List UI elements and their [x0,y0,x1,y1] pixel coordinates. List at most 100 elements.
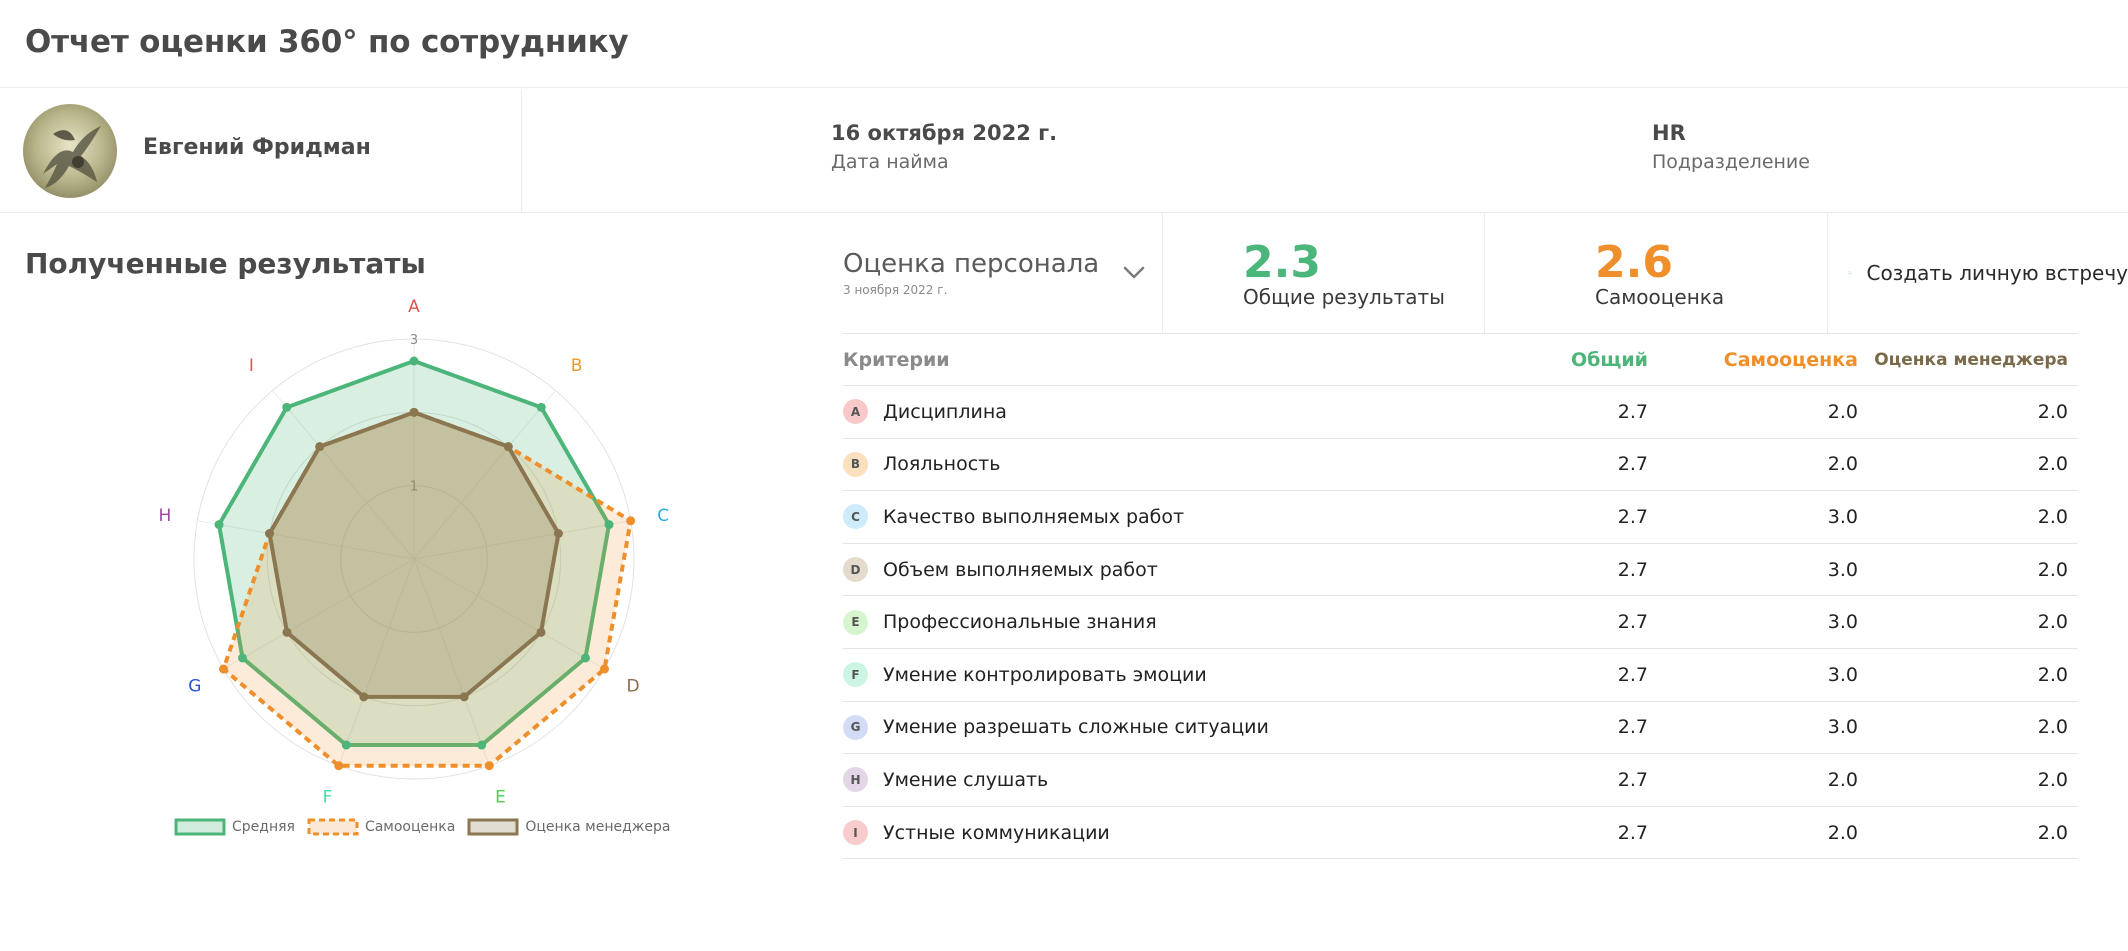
department-label: Подразделение [1652,151,1810,173]
manager-score: 2.0 [2037,716,2068,739]
radar-axis-label: D [627,677,640,697]
criteria-letter-badge: B [843,451,868,477]
radar-axis-label: H [158,506,171,526]
radar-point [536,627,546,637]
self-assessment-label: Самооценка [1595,285,1725,309]
manager-score: 2.0 [2037,821,2068,844]
self-assessment-stat: 2.6 Самооценка [1485,213,1828,333]
radar-point [218,664,228,674]
hire-date-block: 16 октября 2022 г. Дата найма [831,121,1057,173]
criteria-name: Качество выполняемых работ [883,505,1185,528]
radar-point [359,692,369,702]
employee-name: Евгений Фридман [143,135,371,160]
radar-axis-label: C [657,506,669,526]
self-score: 2.0 [1827,821,1858,844]
create-meeting-button[interactable]: Создать личную встречу [1828,213,2128,333]
self-score: 3.0 [1827,611,1858,634]
radar-point [553,529,563,539]
radar-point [600,664,610,674]
results-title: Полученные результаты [25,247,426,280]
legend-item-manager[interactable]: Оценка менеджера [467,818,670,836]
radar-point [536,402,546,412]
radar-point [459,692,469,702]
manager-score: 2.0 [2037,611,2068,634]
radar-point [282,627,292,637]
table-row[interactable]: C Качество выполняемых работ 2.7 3.0 2.0 [843,491,2078,544]
criteria-cell: C Качество выполняемых работ [843,504,1463,530]
criteria-letter-badge: E [843,609,868,635]
self-assessment-value: 2.6 [1595,237,1673,288]
radar-chart: 13ABCDEFGHI [150,295,690,819]
radar-point [341,740,351,750]
evaluation-select[interactable]: Оценка персонала 3 ноября 2022 г. [843,213,1163,333]
radar-point [214,520,224,530]
table-row[interactable]: F Умение контролировать эмоции 2.7 3.0 2.0 [843,649,2078,702]
radar-axis-label: A [408,297,420,317]
evaluation-select-title: Оценка персонала [843,249,1100,279]
criteria-name: Дисциплина [883,400,1007,423]
radar-point [409,407,419,417]
employee-card: Евгений Фридман [0,89,522,213]
header-criteria[interactable]: Критерии [843,349,1463,371]
criteria-cell: B Лояльность [843,451,1463,477]
table-body: A Дисциплина 2.7 2.0 2.0 B Лояльность 2.7 2.0 2.0… [843,386,2078,860]
total-score: 2.7 [1617,821,1648,844]
criteria-cell: F Умение контролировать эмоции [843,662,1463,688]
overall-result-stat: 2.3 Общие результаты [1163,213,1485,333]
criteria-letter-badge: C [843,504,868,530]
criteria-cell: I Устные коммуникации [843,820,1463,846]
criteria-letter-badge: F [843,662,868,688]
criteria-cell: A Дисциплина [843,399,1463,425]
chevron-down-icon[interactable] [1121,259,1147,285]
legend-swatch-average [174,818,226,836]
department-value: HR [1652,121,1686,145]
table-row[interactable]: A Дисциплина 2.7 2.0 2.0 [843,386,2078,439]
table-row[interactable]: G Умение разрешать сложные ситуации 2.7 3.0… [843,702,2078,755]
chart-legend: Средняя Самооценка Оценка менеджера [174,818,682,836]
radar-axis-label: E [495,788,506,808]
evaluation-select-date: 3 ноября 2022 г. [843,283,948,297]
legend-item-self[interactable]: Самооценка [307,818,455,836]
radar-axis-label: G [188,677,201,697]
self-score: 3.0 [1827,558,1858,581]
legend-item-average[interactable]: Средняя [174,818,295,836]
manager-score: 2.0 [2037,400,2068,423]
criteria-name: Объем выполняемых работ [883,558,1158,581]
employee-info-bar: Евгений Фридман 16 октября 2022 г. Дата … [0,89,2128,213]
self-score: 3.0 [1827,505,1858,528]
table-row[interactable]: B Лояльность 2.7 2.0 2.0 [843,439,2078,492]
total-score: 2.7 [1617,716,1648,739]
chat-icon [1848,271,1853,275]
criteria-letter-badge: H [843,767,868,793]
table-row[interactable]: I Устные коммуникации 2.7 2.0 2.0 [843,807,2078,860]
header-self[interactable]: Самооценка [1648,349,1858,371]
radar-point [484,761,494,771]
criteria-name: Устные коммуникации [883,821,1110,844]
criteria-letter-badge: D [843,557,868,583]
overall-result-value: 2.3 [1243,237,1321,288]
total-score: 2.7 [1617,663,1648,686]
avatar[interactable] [23,104,117,198]
overall-result-label: Общие результаты [1243,285,1445,309]
evaluation-summary: Оценка персонала 3 ноября 2022 г. 2.3 Об… [843,213,2128,333]
manager-score: 2.0 [2037,505,2068,528]
criteria-name: Умение слушать [883,768,1049,791]
table-row[interactable]: H Умение слушать 2.7 2.0 2.0 [843,754,2078,807]
total-score: 2.7 [1617,611,1648,634]
legend-swatch-manager [467,818,519,836]
department-block: HR Подразделение [1652,121,1810,173]
legend-label-self: Самооценка [364,819,456,835]
radar-point [238,653,248,663]
hire-date-label: Дата найма [831,151,949,173]
table-row[interactable]: E Профессиональные знания 2.7 3.0 2.0 [843,596,2078,649]
criteria-name: Умение разрешать сложные ситуации [883,716,1269,739]
table-row[interactable]: D Объем выполняемых работ 2.7 3.0 2.0 [843,544,2078,597]
header-manager[interactable]: Оценка менеджера [1858,350,2068,370]
legend-label-manager: Оценка менеджера [525,819,671,835]
header-total[interactable]: Общий [1463,349,1648,371]
total-score: 2.7 [1617,400,1648,423]
radar-point [503,442,513,452]
criteria-name: Лояльность [883,453,1001,476]
self-score: 3.0 [1827,663,1858,686]
radar-point [626,516,636,526]
